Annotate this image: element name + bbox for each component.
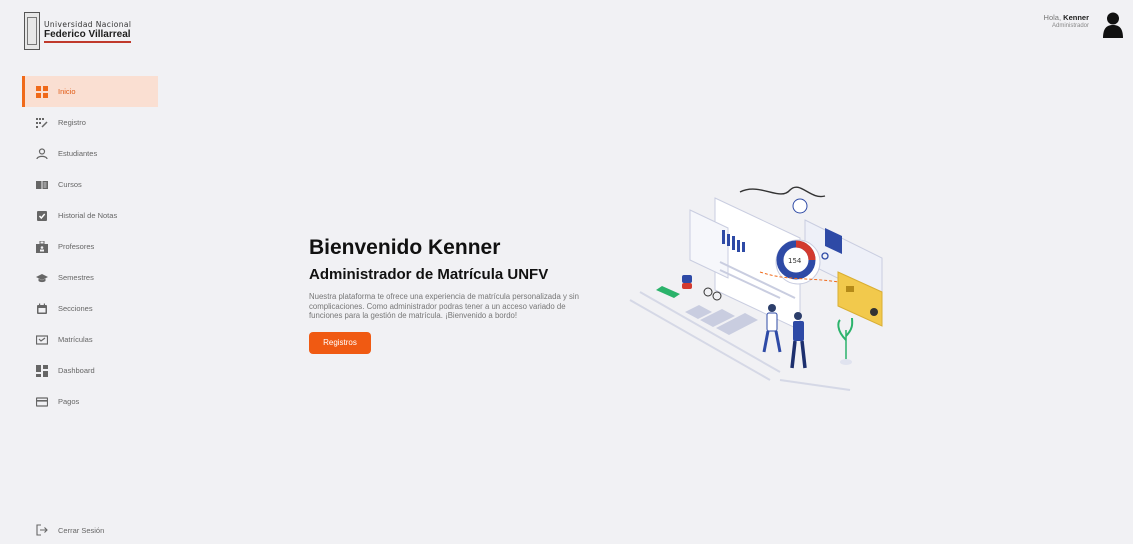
enrollment-icon	[36, 334, 48, 346]
page-subtitle: Administrador de Matrícula UNFV	[309, 266, 549, 283]
user-icon[interactable]	[1103, 12, 1123, 38]
sidebar-item-semestres[interactable]: Semestres	[22, 262, 158, 293]
calendar-icon	[36, 303, 48, 315]
sidebar-nav: Inicio Registro Estudiantes Cursos Histo…	[22, 76, 158, 417]
register-icon	[36, 117, 48, 129]
sidebar-item-label: Profesores	[58, 242, 95, 251]
page-title: Bienvenido Kenner	[309, 236, 501, 259]
sidebar-item-label: Registro	[58, 118, 86, 127]
sidebar-item-label: Pagos	[58, 397, 80, 406]
card-icon	[36, 396, 48, 408]
top-bar: Universidad Nacional Federico Villarreal…	[0, 0, 1133, 60]
dashboard-icon	[36, 364, 48, 377]
registros-button[interactable]: Registros	[309, 331, 371, 354]
university-seal-icon	[24, 12, 40, 50]
logout-label: Cerrar Sesión	[58, 525, 105, 535]
dashboard-illustration: 154	[629, 186, 883, 391]
sidebar-item-label: Dashboard	[58, 366, 95, 375]
logo-line-2: Federico Villarreal	[44, 29, 132, 43]
sidebar-item-cursos[interactable]: Cursos	[22, 169, 158, 200]
student-icon	[36, 147, 48, 160]
user-role: Administrador	[1051, 23, 1089, 29]
university-logo[interactable]: Universidad Nacional Federico Villarreal	[24, 12, 132, 50]
user-info: Hola, Kenner Administrador	[1044, 13, 1089, 29]
teacher-icon	[36, 240, 48, 253]
logout-icon	[36, 524, 48, 536]
graduation-cap-icon	[36, 272, 48, 284]
sidebar-item-pagos[interactable]: Pagos	[22, 386, 158, 417]
sidebar-item-estudiantes[interactable]: Estudiantes	[22, 138, 158, 169]
sidebar-item-matriculas[interactable]: Matrículas	[22, 324, 158, 355]
sidebar-item-label: Historial de Notas	[58, 211, 118, 220]
sidebar-item-secciones[interactable]: Secciones	[22, 293, 158, 324]
check-square-icon	[36, 210, 48, 222]
logo-line-1: Universidad Nacional	[44, 19, 132, 29]
sidebar-item-inicio[interactable]: Inicio	[22, 76, 158, 107]
welcome-section: Bienvenido Kenner Administrador de Matrí…	[309, 236, 609, 354]
sidebar-item-label: Secciones	[58, 304, 93, 313]
sidebar-item-registro[interactable]: Registro	[22, 107, 158, 138]
sidebar-item-profesores[interactable]: Profesores	[22, 231, 158, 262]
welcome-description: Nuestra plataforma te ofrece una experie…	[309, 292, 580, 320]
sidebar-item-label: Estudiantes	[58, 149, 98, 158]
grid-icon	[36, 85, 48, 98]
user-greeting: Hola, Kenner	[1043, 13, 1089, 22]
sidebar-item-label: Cursos	[58, 180, 82, 189]
donut-label: 154	[788, 257, 802, 265]
sidebar-item-dashboard[interactable]: Dashboard	[22, 355, 158, 386]
logout-button[interactable]: Cerrar Sesión	[36, 524, 104, 536]
sidebar-item-label: Semestres	[58, 273, 94, 282]
sidebar-item-label: Inicio	[58, 87, 76, 96]
sidebar-item-label: Matrículas	[58, 335, 93, 344]
book-icon	[36, 179, 48, 191]
user-name: Kenner	[1063, 13, 1089, 22]
sidebar-item-historial[interactable]: Historial de Notas	[22, 200, 158, 231]
